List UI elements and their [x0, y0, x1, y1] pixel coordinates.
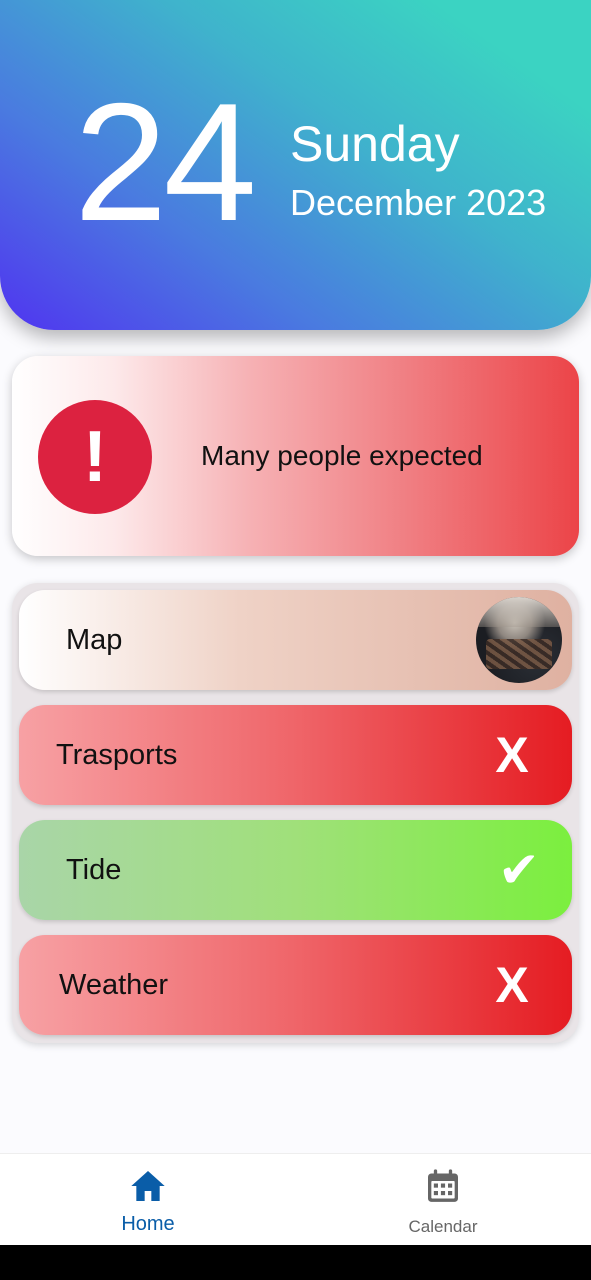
- x-icon: X: [495, 727, 529, 783]
- x-icon: X: [495, 957, 529, 1013]
- map-row[interactable]: Map: [19, 590, 572, 690]
- home-icon: [131, 1171, 165, 1201]
- trasports-row[interactable]: Trasports X: [19, 705, 572, 805]
- nav-calendar-tab[interactable]: Calendar: [373, 1154, 513, 1246]
- tide-row[interactable]: Tide ✔: [19, 820, 572, 920]
- date-header: 24 Sunday December 2023: [0, 0, 591, 330]
- map-label: Map: [66, 624, 123, 656]
- weather-row[interactable]: Weather X: [19, 935, 572, 1035]
- exclamation-icon: !: [38, 400, 152, 514]
- map-thumbnail-image[interactable]: [476, 597, 562, 683]
- crowd-alert-card: ! Many people expected: [12, 356, 579, 556]
- day-number: 24: [74, 68, 257, 256]
- weather-label: Weather: [59, 969, 169, 1001]
- system-navigation-bar: [0, 1245, 591, 1280]
- nav-home-label: Home: [121, 1213, 175, 1235]
- weekday-label: Sunday: [290, 116, 460, 172]
- nav-home-tab[interactable]: Home: [78, 1154, 218, 1246]
- trasports-label: Trasports: [56, 739, 178, 771]
- bottom-navigation: Home Calendar: [0, 1153, 591, 1246]
- calendar-icon: [428, 1169, 458, 1202]
- month-year-label: December 2023: [290, 182, 547, 223]
- info-list-panel: Map Trasports X Tide ✔ Weather X: [12, 583, 579, 1043]
- nav-calendar-label: Calendar: [408, 1217, 478, 1236]
- alert-message: Many people expected: [201, 440, 483, 471]
- checkmark-icon: ✔: [498, 842, 540, 898]
- tide-label: Tide: [66, 854, 122, 886]
